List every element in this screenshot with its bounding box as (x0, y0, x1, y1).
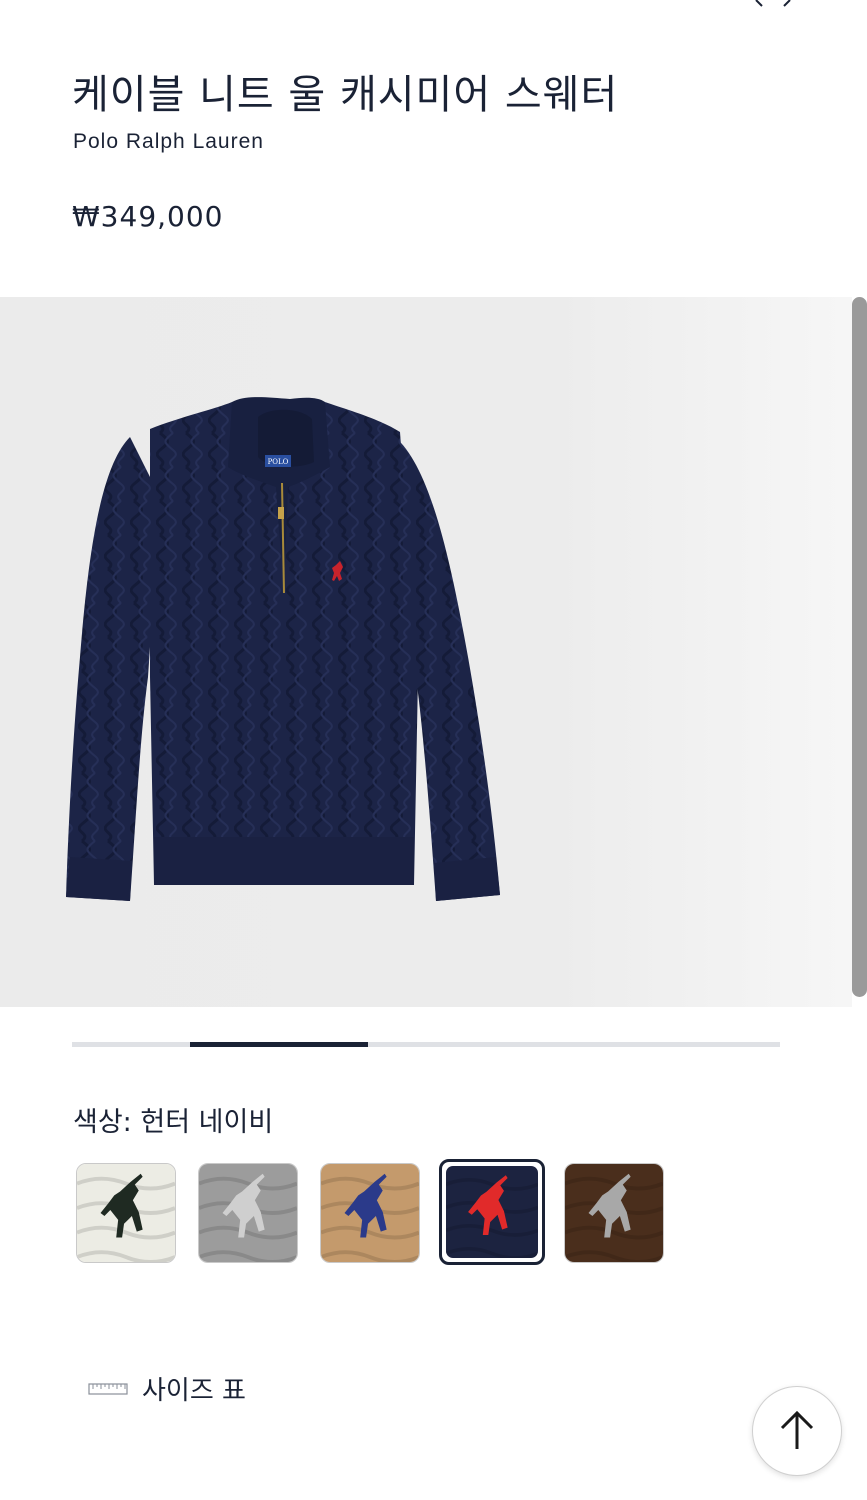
product-title: 케이블 니트 울 캐시미어 스웨터 (72, 72, 619, 118)
arrow-up-icon (780, 1410, 814, 1449)
swatch-cream[interactable] (76, 1163, 176, 1263)
swatch-grey[interactable] (198, 1163, 298, 1263)
product-price: ₩349,000 (72, 200, 224, 233)
size-chart-label: 사이즈 표 (142, 1376, 246, 1406)
color-label: 색상: 헌터 네이비 (73, 1100, 273, 1139)
ruler-icon (88, 1382, 128, 1395)
brand-name[interactable]: Polo Ralph Lauren (73, 130, 264, 154)
scrollbar-thumb[interactable] (852, 297, 867, 997)
swatch-hunter-navy[interactable] (439, 1159, 545, 1265)
swatch-camel[interactable] (320, 1163, 420, 1263)
product-image-gallery[interactable]: POLO (0, 297, 852, 1007)
sweater-image: POLO (66, 397, 500, 901)
gallery-progress-indicator (190, 1042, 368, 1047)
svg-text:POLO: POLO (268, 458, 289, 466)
swatch-brown[interactable] (564, 1163, 664, 1263)
selected-color-name: 헌터 네이비 (140, 1107, 274, 1138)
partial-close-icon[interactable] (748, 0, 798, 8)
gallery-progress-bar (72, 1042, 780, 1047)
color-label-prefix: 색상: (73, 1107, 132, 1138)
back-to-top-button[interactable] (752, 1386, 842, 1476)
size-chart-link[interactable]: 사이즈 표 (88, 1370, 246, 1407)
